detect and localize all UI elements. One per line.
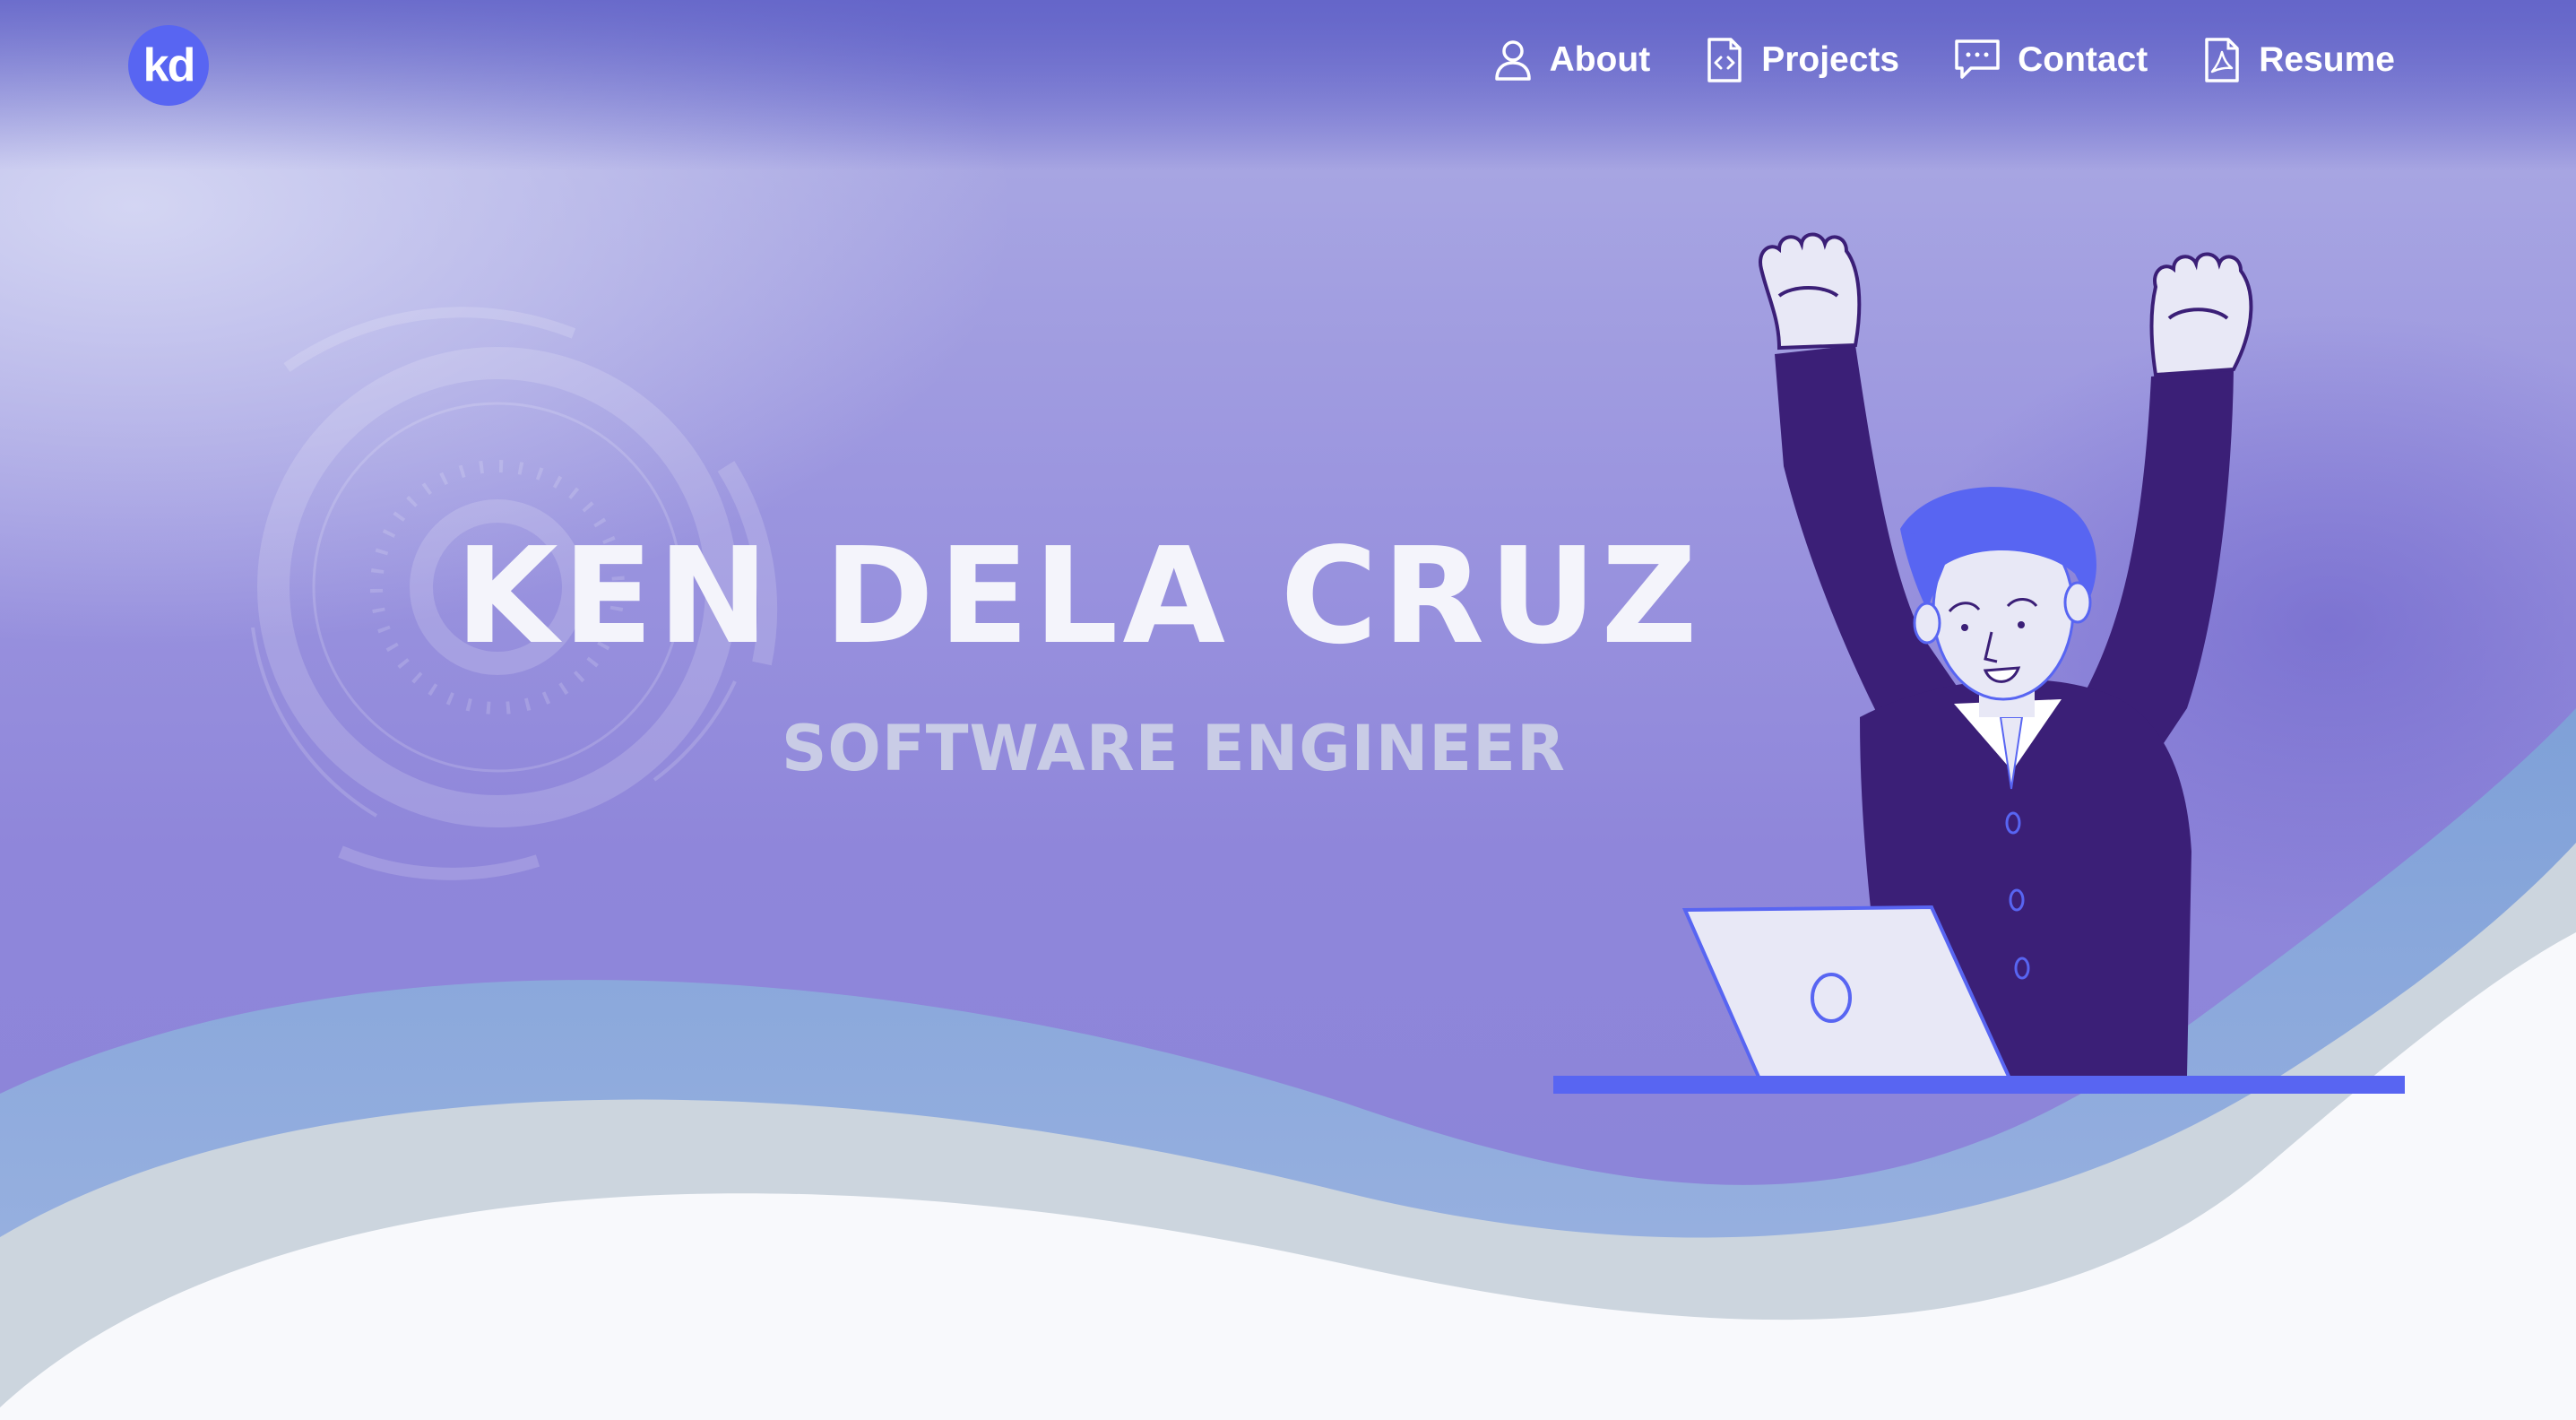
nav-projects-label: Projects	[1761, 40, 1900, 79]
hero-title: SOFTWARE ENGINEER	[782, 712, 1566, 785]
nav-resume[interactable]: Resume	[2201, 36, 2395, 84]
right-fist	[2149, 252, 2253, 377]
nav-about-label: About	[1549, 40, 1651, 79]
hero-name: KEN DELA CRUZ	[455, 519, 1702, 673]
nav-resume-label: Resume	[2259, 40, 2395, 79]
logo-text: kd	[143, 39, 196, 91]
pdf-file-icon	[2205, 38, 2240, 82]
user-icon	[1494, 40, 1531, 81]
main-nav: About Projects Contact Resume	[1492, 36, 2395, 84]
nav-contact[interactable]: Contact	[1953, 36, 2148, 84]
left-fist	[1759, 232, 1862, 351]
nav-about[interactable]: About	[1492, 36, 1651, 84]
nav-projects[interactable]: Projects	[1704, 36, 1899, 84]
chat-bubble-icon	[1955, 39, 2000, 79]
logo-link[interactable]: kd	[128, 25, 209, 106]
desk-surface	[1553, 1076, 2405, 1094]
code-file-icon	[1707, 38, 1742, 82]
nav-contact-label: Contact	[2018, 40, 2148, 79]
